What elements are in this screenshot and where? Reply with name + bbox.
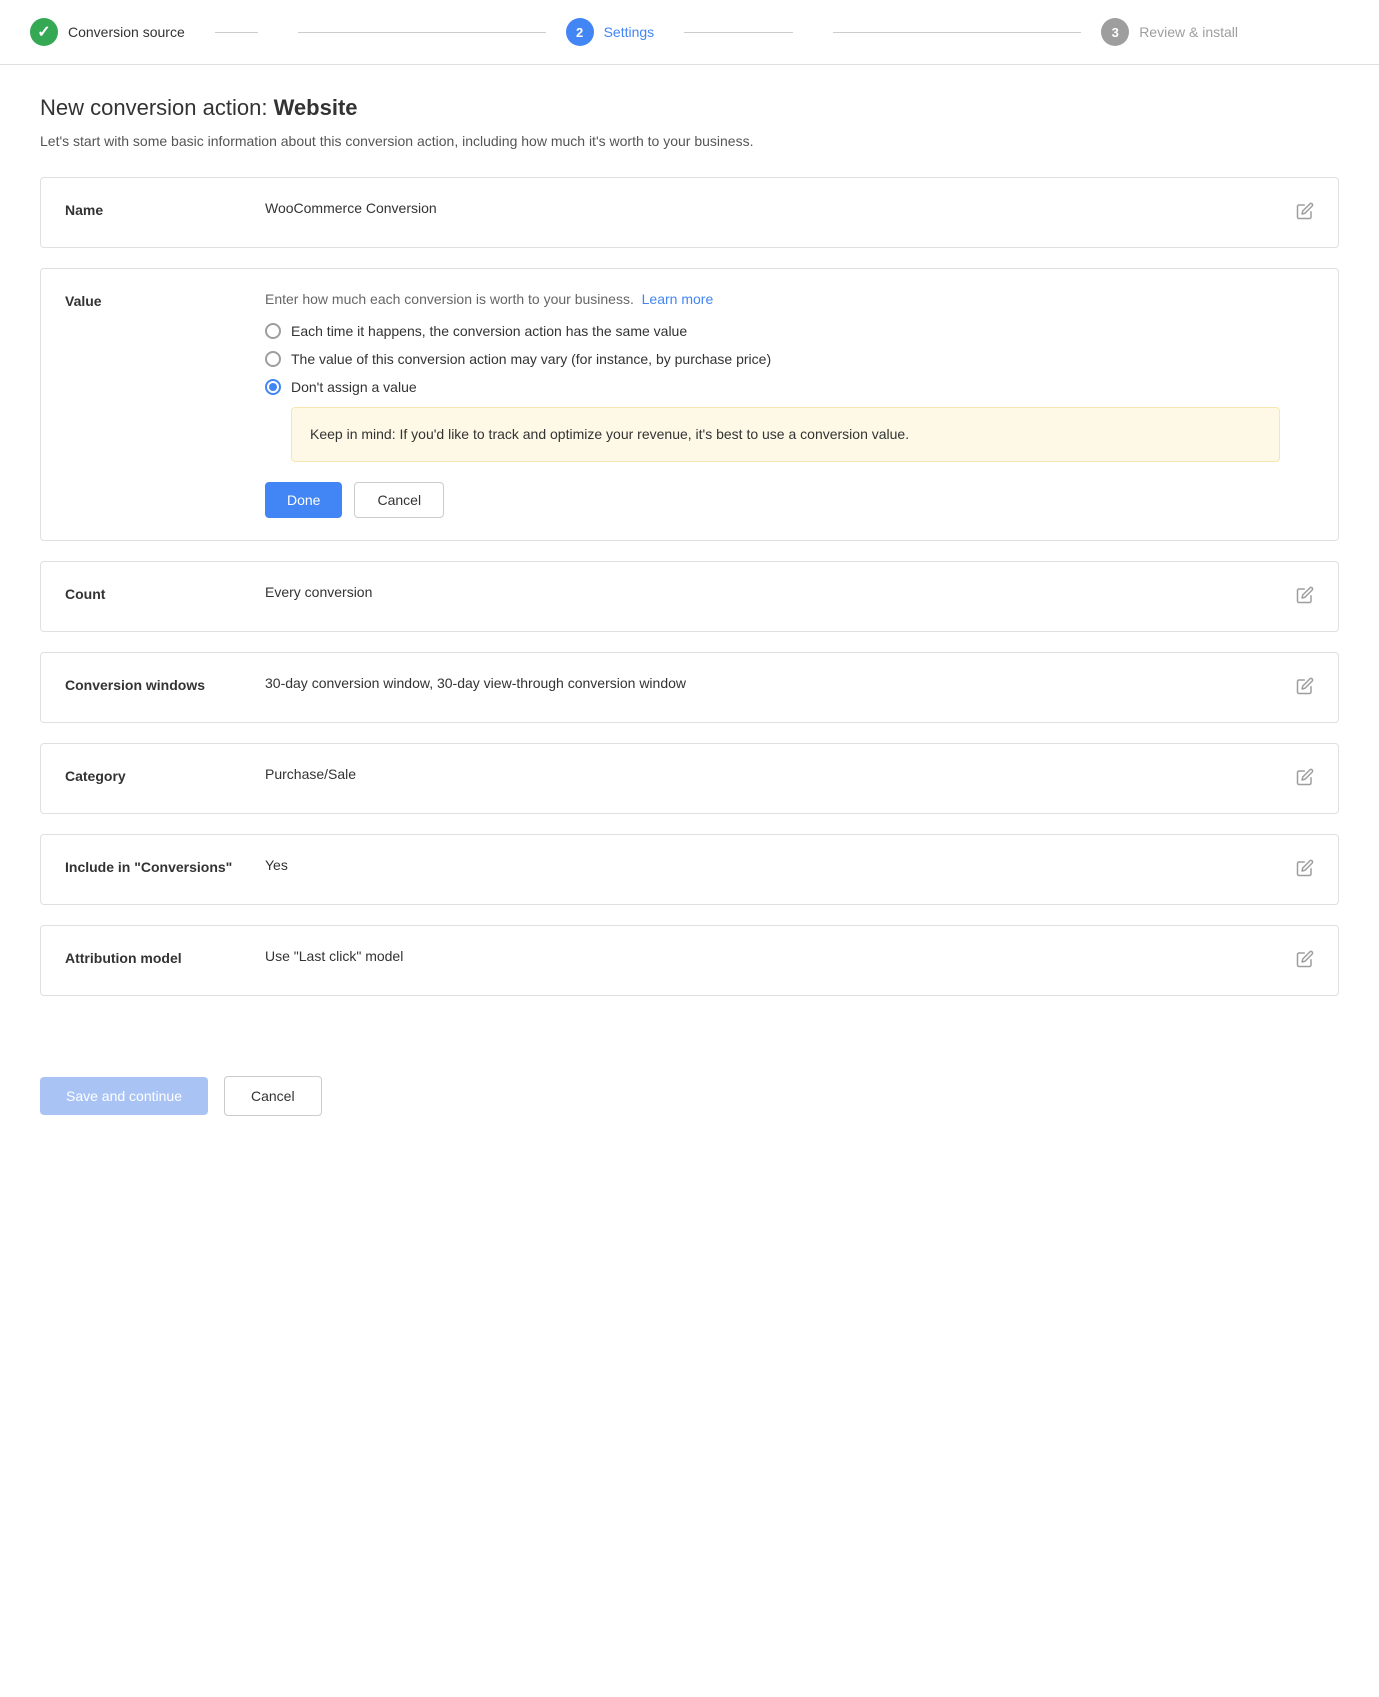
- radio-option-vary-value[interactable]: The value of this conversion action may …: [265, 351, 1280, 367]
- step-3-label: Review & install: [1139, 24, 1238, 40]
- name-row: Name WooCommerce Conversion: [41, 178, 1338, 247]
- step-1-label: Conversion source: [68, 24, 185, 40]
- value-description-text: Enter how much each conversion is worth …: [265, 291, 634, 307]
- include-in-conversions-label: Include in "Conversions": [65, 857, 265, 875]
- main-content: New conversion action: Website Let's sta…: [0, 65, 1379, 1046]
- done-button[interactable]: Done: [265, 482, 342, 518]
- value-section: Value Enter how much each conversion is …: [40, 268, 1339, 541]
- warning-text: Keep in mind: If you'd like to track and…: [310, 426, 909, 442]
- step-2-label: Settings: [604, 24, 655, 40]
- step-review-install: 3 Review & install: [1101, 18, 1349, 46]
- name-value: WooCommerce Conversion: [265, 200, 1280, 216]
- radio-label-vary-value: The value of this conversion action may …: [291, 351, 771, 367]
- conversion-windows-value: 30-day conversion window, 30-day view-th…: [265, 675, 1280, 691]
- checkmark-icon: ✓: [37, 22, 50, 42]
- radio-option-same-value[interactable]: Each time it happens, the conversion act…: [265, 323, 1280, 339]
- radio-btn-vary-value[interactable]: [265, 351, 281, 367]
- attribution-model-row: Attribution model Use "Last click" model: [41, 926, 1338, 995]
- value-content: Enter how much each conversion is worth …: [265, 291, 1280, 518]
- attribution-model-section: Attribution model Use "Last click" model: [40, 925, 1339, 996]
- count-row: Count Every conversion: [41, 562, 1338, 631]
- count-section: Count Every conversion: [40, 561, 1339, 632]
- radio-label-no-value: Don't assign a value: [291, 379, 417, 395]
- radio-label-same-value: Each time it happens, the conversion act…: [291, 323, 687, 339]
- category-edit-icon[interactable]: [1296, 766, 1314, 791]
- step-2-circle: 2: [566, 18, 594, 46]
- radio-btn-no-value[interactable]: [265, 379, 281, 395]
- bottom-actions: Save and continue Cancel: [0, 1046, 1379, 1156]
- step-1-circle: ✓: [30, 18, 58, 46]
- include-in-conversions-row: Include in "Conversions" Yes: [41, 835, 1338, 904]
- attribution-model-value: Use "Last click" model: [265, 948, 1280, 964]
- stepper-line-2: [833, 32, 1081, 33]
- page-title-bold: Website: [274, 95, 358, 120]
- value-label: Value: [65, 291, 265, 309]
- count-edit-icon[interactable]: [1296, 584, 1314, 609]
- count-value: Every conversion: [265, 584, 1280, 600]
- conversion-windows-edit-icon[interactable]: [1296, 675, 1314, 700]
- step-2-number: 2: [576, 25, 583, 40]
- stepper-line-1: [298, 32, 546, 33]
- page-description: Let's start with some basic information …: [40, 133, 1339, 149]
- value-description: Enter how much each conversion is worth …: [265, 291, 1280, 307]
- radio-option-no-value[interactable]: Don't assign a value: [265, 379, 1280, 395]
- learn-more-link[interactable]: Learn more: [642, 291, 714, 307]
- include-in-conversions-section: Include in "Conversions" Yes: [40, 834, 1339, 905]
- value-section-inner: Value Enter how much each conversion is …: [41, 269, 1338, 540]
- cancel-value-button[interactable]: Cancel: [354, 482, 444, 518]
- category-label: Category: [65, 766, 265, 784]
- attribution-model-edit-icon[interactable]: [1296, 948, 1314, 973]
- warning-box: Keep in mind: If you'd like to track and…: [291, 407, 1280, 462]
- stepper: ✓ Conversion source 2 Settings 3 Review …: [0, 0, 1379, 65]
- page-title: New conversion action: Website: [40, 95, 1339, 121]
- save-and-continue-button[interactable]: Save and continue: [40, 1077, 208, 1115]
- step-3-circle: 3: [1101, 18, 1129, 46]
- name-edit-icon[interactable]: [1296, 200, 1314, 225]
- value-button-row: Done Cancel: [265, 482, 1280, 518]
- conversion-windows-section: Conversion windows 30-day conversion win…: [40, 652, 1339, 723]
- include-in-conversions-edit-icon[interactable]: [1296, 857, 1314, 882]
- category-row: Category Purchase/Sale: [41, 744, 1338, 813]
- count-label: Count: [65, 584, 265, 602]
- attribution-model-label: Attribution model: [65, 948, 265, 966]
- page-title-prefix: New conversion action:: [40, 95, 274, 120]
- category-value: Purchase/Sale: [265, 766, 1280, 782]
- name-label: Name: [65, 200, 265, 218]
- conversion-windows-row: Conversion windows 30-day conversion win…: [41, 653, 1338, 722]
- step-3-number: 3: [1112, 25, 1119, 40]
- include-in-conversions-value: Yes: [265, 857, 1280, 873]
- conversion-windows-label: Conversion windows: [65, 675, 265, 693]
- bottom-cancel-button[interactable]: Cancel: [224, 1076, 322, 1116]
- category-section: Category Purchase/Sale: [40, 743, 1339, 814]
- name-section: Name WooCommerce Conversion: [40, 177, 1339, 248]
- step-conversion-source: ✓ Conversion source: [30, 18, 278, 46]
- step-settings: 2 Settings: [566, 18, 814, 46]
- radio-btn-same-value[interactable]: [265, 323, 281, 339]
